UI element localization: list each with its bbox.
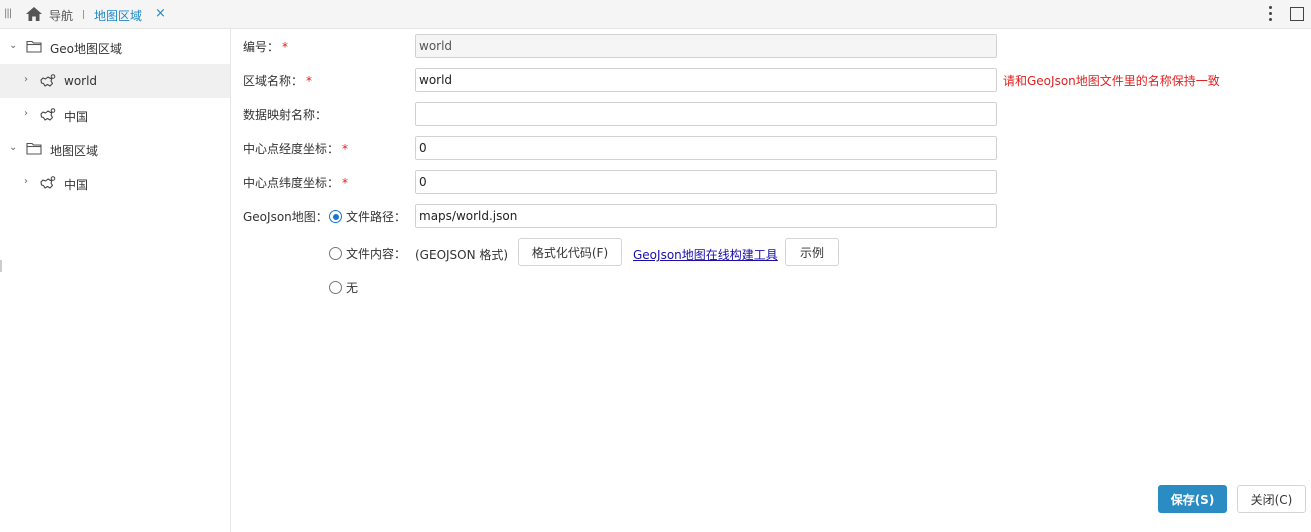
tree-node-geo-region[interactable]: ⌄ Geo地图区域	[0, 30, 230, 64]
home-icon[interactable]	[26, 7, 42, 21]
radio-unchecked-icon[interactable]	[329, 281, 342, 294]
code-field[interactable]	[415, 34, 997, 58]
folder-icon	[26, 40, 42, 53]
data-map-name-field[interactable]	[415, 102, 997, 126]
map-icon	[40, 74, 56, 87]
menu-icon[interactable]: |||	[4, 9, 12, 19]
close-button[interactable]: 关闭(C)	[1237, 485, 1306, 513]
chevron-down-icon[interactable]: ⌄	[9, 143, 19, 153]
tree-node-label: 中国	[64, 178, 89, 192]
region-form: 编号：* 区域名称：* 请和GeoJson地图文件里的名称保持一致 数据映射名称…	[231, 29, 1311, 532]
geojson-path-field[interactable]	[415, 204, 997, 228]
more-options-icon[interactable]	[1268, 6, 1274, 22]
tree-node-china[interactable]: › 中国	[0, 98, 230, 132]
radio-file-content-label: 文件内容：	[346, 247, 407, 261]
center-lat-label: 中心点纬度坐标： *	[243, 176, 349, 190]
required-mark: *	[282, 40, 289, 54]
code-label: 编号： *	[243, 40, 289, 54]
map-icon	[40, 176, 56, 189]
radio-checked-icon[interactable]	[329, 210, 342, 223]
chevron-right-icon[interactable]: ›	[24, 109, 34, 119]
tree-node-china-2[interactable]: › 中国	[0, 166, 230, 200]
tree-node-label: Geo地图区域	[50, 42, 123, 56]
close-tab-icon[interactable]: ×	[155, 7, 166, 21]
center-lng-field[interactable]	[415, 136, 997, 160]
tab-map-region[interactable]: 地图区域	[94, 7, 142, 24]
tab-home[interactable]: 导航	[49, 7, 73, 24]
region-name-label: 区域名称： *	[243, 74, 313, 88]
tree-node-map-region[interactable]: ⌄ 地图区域	[0, 132, 230, 166]
format-code-button[interactable]: 格式化代码(F)	[518, 238, 622, 266]
tab-bar: ||| 导航 地图区域 ×	[0, 0, 1311, 29]
tree-node-world[interactable]: › world	[0, 64, 230, 98]
center-lat-field[interactable]	[415, 170, 997, 194]
radio-file-path[interactable]: 文件路径：	[329, 208, 406, 225]
map-icon	[40, 108, 56, 121]
required-mark: *	[306, 74, 313, 88]
chevron-down-icon[interactable]: ⌄	[9, 41, 19, 51]
chevron-right-icon[interactable]: ›	[24, 75, 34, 85]
required-mark: *	[342, 142, 349, 156]
required-mark: *	[342, 176, 349, 190]
region-name-field[interactable]	[415, 68, 997, 92]
center-lng-label: 中心点经度坐标： *	[243, 142, 349, 156]
geojson-format-note: (GEOJSON 格式)	[415, 248, 509, 262]
tree-node-label: world	[64, 74, 98, 88]
geojson-builder-link[interactable]: GeoJson地图在线构建工具	[633, 246, 778, 263]
tree-node-label: 中国	[64, 110, 89, 124]
radio-file-path-label: 文件路径：	[346, 210, 407, 224]
radio-unchecked-icon[interactable]	[329, 247, 342, 260]
folder-icon	[26, 142, 42, 155]
save-button[interactable]: 保存(S)	[1158, 485, 1227, 513]
data-map-name-label: 数据映射名称：	[243, 108, 328, 122]
tree-node-label: 地图区域	[50, 144, 99, 158]
tab-divider	[83, 10, 84, 19]
resize-handle[interactable]	[0, 260, 2, 272]
geojson-label: GeoJson地图：	[243, 210, 328, 224]
radio-none-label: 无	[346, 281, 359, 295]
example-button[interactable]: 示例	[785, 238, 839, 266]
region-tree: ⌄ Geo地图区域 › world › 中国 ⌄ 地图区域 › 中国	[0, 29, 231, 532]
radio-file-content[interactable]: 文件内容：	[329, 245, 406, 262]
chevron-right-icon[interactable]: ›	[24, 177, 34, 187]
radio-none[interactable]: 无	[329, 279, 358, 296]
region-name-hint: 请和GeoJson地图文件里的名称保持一致	[1003, 74, 1220, 88]
maximize-icon[interactable]	[1290, 7, 1304, 21]
